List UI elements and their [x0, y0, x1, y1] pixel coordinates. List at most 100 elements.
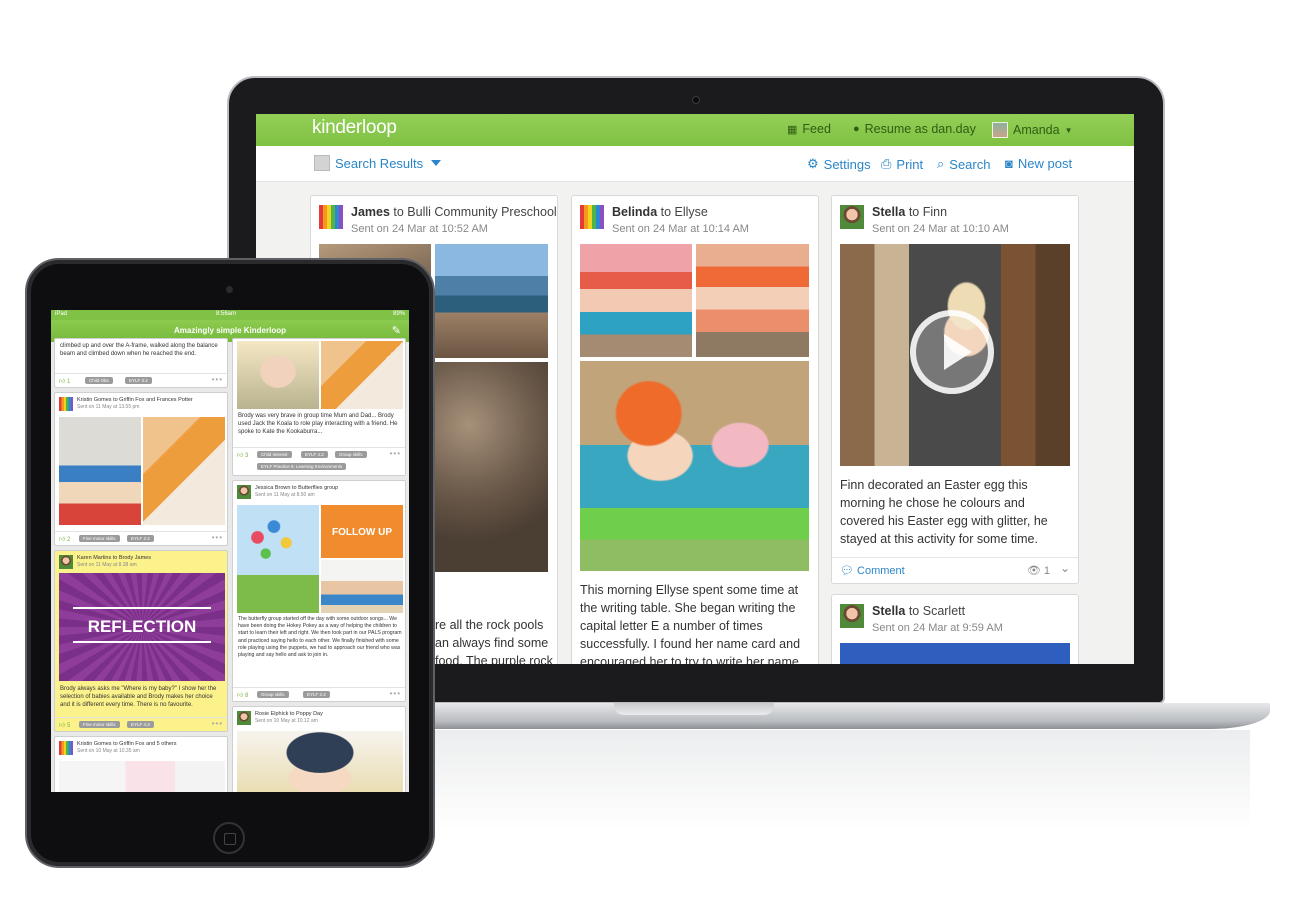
post-author[interactable]: James	[351, 205, 390, 219]
feed-card-reflection[interactable]: Karen Martins to Brody James Sent on 11 …	[54, 550, 228, 732]
tag-badge[interactable]: EYLF 2.2	[303, 691, 330, 698]
post-photo[interactable]	[580, 361, 809, 571]
avatar	[992, 122, 1008, 138]
post-photo[interactable]	[696, 244, 809, 357]
post-header: Belinda to Ellyse Sent on 24 Mar at 10:1…	[580, 204, 810, 238]
search-button[interactable]: ⌕ Search	[937, 156, 990, 172]
post-video-thumbnail[interactable]	[840, 244, 1070, 466]
home-button[interactable]	[213, 822, 245, 854]
reflection-banner-label: REFLECTION	[87, 617, 197, 636]
feed-link[interactable]: ▦ Feed	[787, 122, 831, 136]
brand-logo[interactable]: kinderloop	[312, 117, 397, 139]
tag-badge[interactable]: EYLF 3.2	[125, 377, 152, 384]
tag-badge[interactable]: Fine motor skills	[79, 721, 120, 728]
feed-card-text: The butterfly group started off the day …	[238, 616, 402, 659]
post-header: James to Bulli Community Preschool Sent …	[319, 204, 557, 238]
post-card[interactable]: Belinda to Ellyse Sent on 24 Mar at 10:1…	[571, 195, 819, 664]
laptop-notch	[614, 703, 774, 715]
post-photo[interactable]	[435, 362, 548, 572]
new-post-label: New post	[1017, 156, 1073, 171]
search-results-dropdown[interactable]: Search Results	[314, 155, 442, 171]
tag-badge[interactable]: EYLF 4.2	[301, 451, 328, 458]
reflection-banner: REFLECTION	[59, 573, 225, 681]
tag-badge[interactable]: Group skills	[335, 451, 367, 458]
more-options-icon[interactable]: •••	[212, 719, 223, 728]
feed-card[interactable]: climbed up and over the A-frame, walked …	[54, 338, 228, 388]
feed-card-timestamp: Sent on 11 May at 13.55 pm	[77, 404, 140, 410]
like-button[interactable]: 👍︎ 2	[59, 535, 70, 543]
post-author[interactable]: Belinda	[612, 205, 657, 219]
user-name: Amanda	[1013, 123, 1060, 137]
feed-photo[interactable]	[143, 417, 225, 525]
like-button[interactable]: 👍︎ 8	[237, 691, 248, 699]
tag-badge[interactable]: EYLF 2.2	[127, 535, 154, 542]
settings-label: Settings	[823, 156, 871, 172]
post-card[interactable]: Stella to Finn Sent on 24 Mar at 10:10 A…	[831, 195, 1079, 584]
feed-card[interactable]: Kristin Gomes to Griffin Fox and Frances…	[54, 392, 228, 546]
resume-as-link[interactable]: ● Resume as dan.day	[853, 122, 976, 136]
like-button[interactable]: 👍︎ 3	[237, 451, 248, 459]
view-count: 👁︎ 1	[1027, 564, 1050, 577]
user-menu[interactable]: Amanda ▼	[992, 122, 1072, 138]
like-button[interactable]: 👍︎ 1	[59, 377, 70, 385]
like-button[interactable]: 👍︎ 5	[59, 721, 70, 729]
post-author[interactable]: Stella	[872, 205, 905, 219]
feed-photo[interactable]	[237, 731, 403, 792]
comment-button[interactable]: 💬︎ Comment	[840, 564, 905, 577]
post-timestamp: Sent on 24 Mar at 10:52 AM	[351, 223, 488, 235]
tag-badge[interactable]: EYLF 4.3	[127, 721, 154, 728]
avatar	[840, 604, 864, 628]
feed-photo[interactable]	[321, 341, 403, 409]
feed-card[interactable]: Kristin Gomes to Griffin Fox and 5 other…	[54, 736, 228, 792]
post-card[interactable]: Stella to Scarlett Sent on 24 Mar at 9:5…	[831, 594, 1079, 664]
tag-badge[interactable]: Fine motor skills	[79, 535, 120, 542]
laptop-camera	[692, 96, 700, 104]
feed-card-text: climbed up and over the A-frame, walked …	[60, 343, 218, 357]
app-header: kinderloop ▦ Feed ● Resume as dan.day Am…	[256, 114, 1134, 146]
post-recipient: to Ellyse	[657, 205, 708, 219]
more-options-icon[interactable]: •••	[212, 375, 223, 384]
tag-badge[interactable]: EYLF Practice 6: Learning Environments	[257, 463, 347, 470]
post-photo[interactable]	[580, 244, 692, 357]
feed-card[interactable]: Jessica Brown to Butterflies group Sent …	[232, 480, 406, 702]
pencil-icon[interactable]: ✎	[392, 324, 401, 337]
avatar-placeholder-icon	[314, 155, 330, 171]
settings-button[interactable]: ⚙ Settings	[807, 156, 871, 172]
play-icon[interactable]	[910, 310, 994, 394]
feed-card-timestamp: Sent on 11 May at 8.50 am	[255, 492, 315, 498]
feed-photo[interactable]	[59, 761, 225, 792]
thumbs-up-icon: 👍︎	[59, 379, 66, 385]
post-photo[interactable]	[435, 244, 548, 358]
post-timestamp: Sent on 24 Mar at 10:10 AM	[872, 223, 1009, 235]
post-header: Stella to Scarlett Sent on 24 Mar at 9:5…	[840, 603, 1070, 637]
more-options-icon[interactable]: •••	[390, 449, 401, 458]
feed-card-title: Jessica Brown to Butterflies group	[255, 485, 339, 491]
feed-card[interactable]: Rosie Elphick to Poppy Day Sent on 10 Ma…	[232, 706, 406, 792]
more-options-icon[interactable]: •••	[390, 689, 401, 698]
avatar	[237, 485, 251, 499]
feed-photo[interactable]	[237, 505, 319, 613]
print-button[interactable]: ⎙ Print	[881, 156, 923, 172]
grid-icon: ▦	[787, 123, 798, 136]
divider	[73, 641, 211, 643]
feed-photo[interactable]	[59, 417, 141, 525]
tag-badge[interactable]: Child Interest	[257, 451, 292, 458]
post-author[interactable]: Stella	[872, 604, 905, 618]
post-recipient: to Scarlett	[905, 604, 966, 618]
feed-card[interactable]: Brody was very brave in group time Mum a…	[232, 338, 406, 476]
search-label: Search	[949, 156, 991, 172]
feed-card-timestamp: Sent on 11 May at 8.38 am	[77, 562, 137, 568]
post-photo[interactable]	[840, 643, 1070, 664]
feed-photo[interactable]	[321, 560, 403, 613]
post-timestamp: Sent on 24 Mar at 9:59 AM	[872, 622, 1003, 634]
device-label: iPad	[55, 311, 68, 317]
resume-label: Resume as dan.day	[864, 122, 976, 136]
tag-badge[interactable]: Child Obs	[85, 377, 113, 384]
new-post-button[interactable]: ◙ New post	[1005, 156, 1072, 171]
chevron-down-icon[interactable]: ⌄	[1060, 561, 1070, 575]
feed-photo[interactable]	[237, 341, 319, 409]
tag-badge[interactable]: Group skills	[257, 691, 289, 698]
more-options-icon[interactable]: •••	[212, 533, 223, 542]
avatar	[319, 205, 343, 229]
avatar	[840, 205, 864, 229]
